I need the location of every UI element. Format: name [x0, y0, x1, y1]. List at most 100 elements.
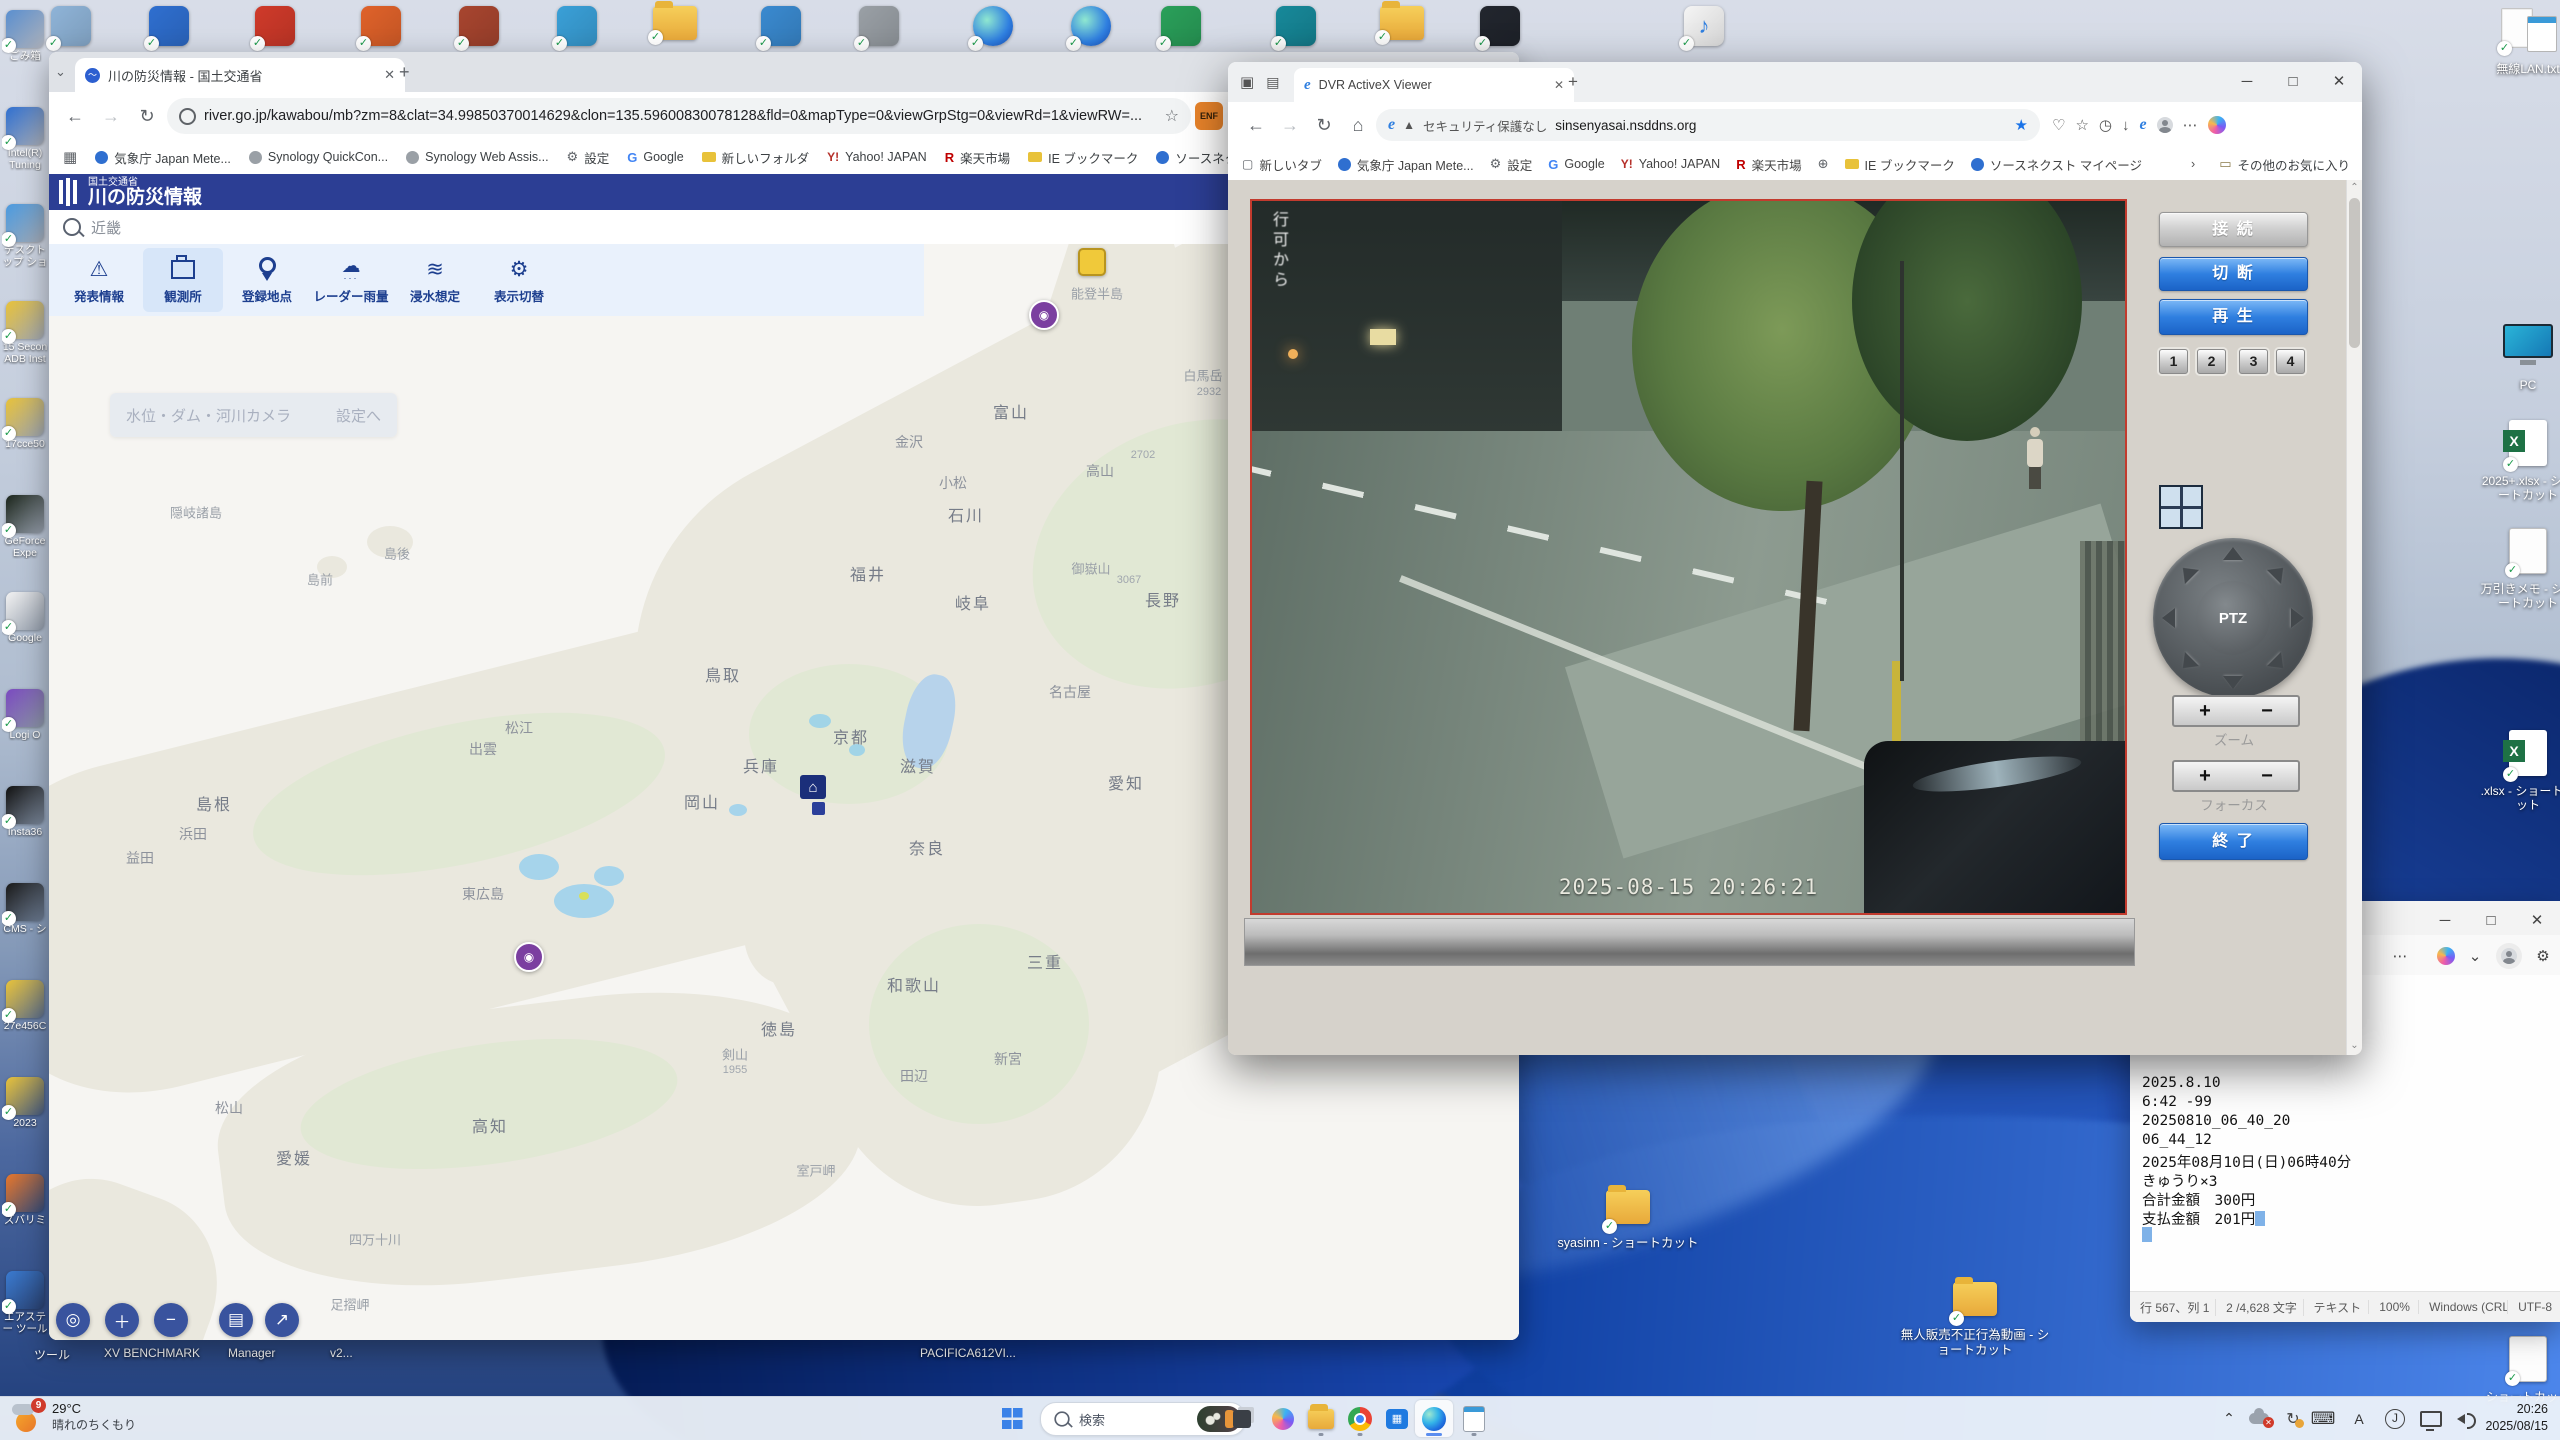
ime-mode-letter[interactable]: A: [2344, 1397, 2374, 1440]
history-icon[interactable]: ◷: [2099, 116, 2112, 134]
close-button[interactable]: ✕: [2514, 901, 2560, 939]
reload-button[interactable]: ↻: [1308, 109, 1340, 141]
app-teal-v-icon[interactable]: ✓: [1274, 6, 1318, 46]
photo-app-icon[interactable]: ✓: [555, 6, 599, 46]
bookmark-item[interactable]: ⚙設定: [567, 148, 610, 167]
settings-gear-icon[interactable]: ⚙: [2530, 943, 2556, 969]
focus-in-button[interactable]: +: [2199, 765, 2211, 788]
desktop-icon[interactable]: PC: [2478, 318, 2560, 392]
play-button[interactable]: 再 生: [2159, 299, 2308, 335]
nav-tile-登録地点[interactable]: 登録地点: [227, 248, 307, 312]
station-navy-square[interactable]: [812, 802, 825, 815]
bookmark-item[interactable]: 気象庁 Japan Mete...: [95, 148, 231, 167]
quad-view-button[interactable]: [2159, 485, 2203, 529]
tab-search-chevron-icon[interactable]: ⌄: [55, 64, 66, 80]
copilot-button[interactable]: [1264, 1400, 1302, 1437]
minimize-button[interactable]: ─: [2422, 901, 2468, 939]
layers-button[interactable]: ▤: [219, 1303, 253, 1337]
account-icon[interactable]: [2496, 943, 2522, 969]
ime-keyboard-icon[interactable]: ⌨: [2308, 1397, 2338, 1440]
nav-tile-発表情報[interactable]: ⚠発表情報: [59, 248, 139, 312]
app-j-tray-icon[interactable]: J: [2380, 1397, 2410, 1440]
edge-icon[interactable]: ✓: [1069, 6, 1113, 46]
disconnect-button[interactable]: 切 断: [2159, 257, 2308, 291]
enf-extension-icon[interactable]: ENF: [1195, 102, 1223, 130]
connect-button[interactable]: 接 続: [2159, 212, 2308, 247]
warning-yellow-marker[interactable]: [1078, 248, 1106, 276]
tray-chevron-icon[interactable]: ⌃: [2214, 1397, 2244, 1440]
scroll-thumb[interactable]: [2349, 198, 2360, 348]
scroll-up-icon[interactable]: ⌃: [2347, 182, 2362, 193]
desktop-icon[interactable]: ✓17cce50: [2, 398, 48, 450]
reload-button[interactable]: ↻: [131, 100, 163, 132]
dvr-active-tab[interactable]: e DVR ActiveX Viewer ✕: [1294, 68, 1574, 102]
forward-button[interactable]: →: [1274, 109, 1306, 141]
bookmark-item[interactable]: ソースネクスト マイページ: [1971, 155, 2142, 174]
downloads-icon[interactable]: ↓: [2122, 117, 2130, 134]
sync-pending-icon[interactable]: ↻: [2278, 1397, 2308, 1440]
desktop-icon[interactable]: ✓CMS - シ: [2, 883, 48, 935]
desktop-icon[interactable]: X✓2025+.xlsx - ショートカット: [2478, 420, 2560, 502]
desktop-icon[interactable]: ✓2023: [2, 1077, 48, 1129]
bookmark-item[interactable]: IE ブックマーク: [1028, 148, 1138, 167]
ptz-center-button[interactable]: PTZ: [2196, 581, 2270, 655]
desktop-icon[interactable]: ✓ショートカット: [2478, 1336, 2560, 1404]
zoom-out-button[interactable]: −: [2261, 700, 2273, 723]
tab-actions-icon[interactable]: ▤: [1266, 74, 1279, 91]
bookmark-item[interactable]: ▢新しいタブ: [1242, 155, 1322, 174]
bookmark-item[interactable]: R楽天市場: [1736, 155, 1801, 174]
channel-1-button[interactable]: 1: [2159, 349, 2188, 374]
workspaces-icon[interactable]: ▣: [1240, 73, 1254, 91]
nav-tile-表示切替[interactable]: ⚙表示切替: [479, 248, 559, 312]
nav-tile-レーダー雨量[interactable]: ☁···レーダー雨量: [311, 248, 391, 312]
folder-icon[interactable]: ✓: [653, 6, 697, 40]
desktop-icon[interactable]: ✓ズバリミ: [2, 1174, 48, 1226]
desktop-icon[interactable]: ✓万引きメモ - ショートカット: [2478, 528, 2560, 610]
address-bar[interactable]: river.go.jp/kawabou/mb?zm=8&clat=34.9985…: [167, 98, 1191, 134]
photo-gray-icon[interactable]: ✓: [857, 6, 901, 46]
apps-grid-icon[interactable]: ▦: [63, 148, 77, 166]
desktop-icon[interactable]: ✓デスクトップ ショートカット: [2, 204, 48, 268]
desktop-folder-shortcut[interactable]: ✓無人販売不正行為動画 - ショートカット: [1900, 1282, 2050, 1358]
end-button[interactable]: 終 了: [2159, 823, 2308, 860]
back-button[interactable]: ←: [1240, 109, 1272, 141]
bookmark-item[interactable]: Synology Web Assis...: [406, 148, 548, 167]
desktop-icon[interactable]: ✓GeForce Expe: [2, 495, 48, 559]
volume-icon[interactable]: [2446, 1397, 2476, 1440]
channel-4-button[interactable]: 4: [2276, 349, 2305, 374]
more-icon[interactable]: ⋯: [2183, 116, 2198, 134]
cctv-video-feed[interactable]: 行可から 2025-08-15 20:26:21: [1250, 199, 2127, 915]
notepad-button[interactable]: [1455, 1400, 1493, 1437]
edge-button[interactable]: [1415, 1400, 1453, 1437]
app-blue-icon[interactable]: ✓: [759, 6, 803, 46]
bookmarks-overflow-chevron[interactable]: ›: [2191, 157, 2195, 171]
camera-purple-marker[interactable]: ◉: [514, 942, 544, 972]
minimize-button[interactable]: ─: [2224, 62, 2270, 100]
bookmark-item[interactable]: Synology QuickCon...: [249, 148, 388, 167]
zoom-out-button[interactable]: −: [154, 1303, 188, 1337]
camera-purple-marker[interactable]: ◉: [1029, 300, 1059, 330]
other-favorites[interactable]: ▭その他のお気に入り: [2219, 155, 2350, 174]
maximize-button[interactable]: □: [2270, 62, 2316, 100]
new-tab-button[interactable]: +: [399, 62, 410, 83]
music-note-icon[interactable]: ♪✓: [1682, 6, 1726, 46]
forward-button[interactable]: →: [95, 100, 127, 132]
bookmark-item[interactable]: GGoogle: [1548, 155, 1604, 174]
scroll-down-icon[interactable]: ⌄: [2347, 1040, 2362, 1051]
search-box[interactable]: 検索: [1040, 1402, 1246, 1436]
zoom-in-button[interactable]: +: [2199, 700, 2211, 723]
desktop-icon[interactable]: ✓Google: [2, 592, 48, 644]
bookmark-item[interactable]: 新しいフォルダ: [702, 148, 810, 167]
profile-icon[interactable]: [2157, 117, 2173, 133]
copilot-icon[interactable]: [2433, 943, 2459, 969]
camera-button[interactable]: ↗: [265, 1303, 299, 1337]
ie-mode-icon[interactable]: e: [2140, 116, 2147, 134]
desktop-icon[interactable]: ✓ごみ箱: [2, 10, 48, 62]
app-blue-grid-icon[interactable]: ✓: [147, 6, 191, 46]
bookmark-item[interactable]: ⊕: [1818, 155, 1829, 174]
site-info-icon[interactable]: [179, 108, 196, 125]
tab-close-icon[interactable]: ✕: [384, 67, 395, 83]
more-menu-icon[interactable]: ⋯: [2387, 943, 2413, 969]
favorite-filled-star-icon[interactable]: ★: [2015, 116, 2028, 134]
bookmark-item[interactable]: ⚙設定: [1490, 155, 1533, 174]
